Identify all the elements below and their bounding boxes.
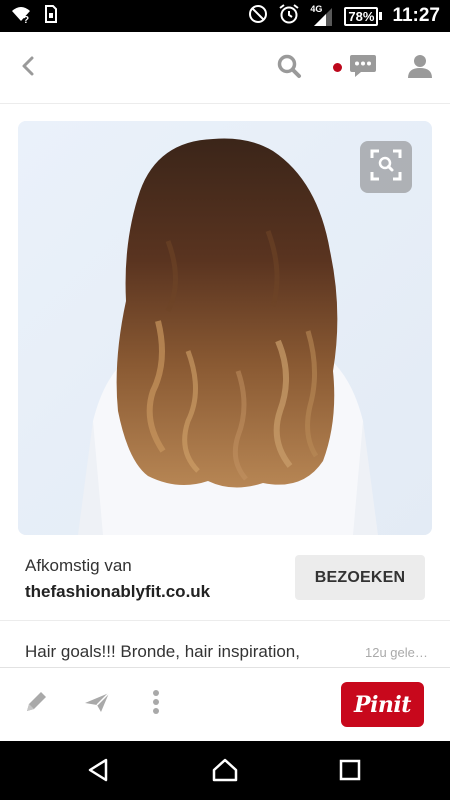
back-button[interactable]: [10, 50, 46, 86]
profile-icon: [407, 53, 433, 84]
divider: [0, 620, 450, 621]
nav-back-icon: [86, 757, 112, 788]
pin-it-button[interactable]: Pinit: [341, 682, 424, 727]
status-time: 11:27: [392, 5, 440, 26]
search-icon: [276, 53, 302, 84]
status-bar-left: ?: [10, 0, 58, 32]
messages-icon: [349, 53, 377, 84]
visual-search-button[interactable]: [360, 141, 412, 193]
search-button[interactable]: [271, 50, 307, 86]
more-options-button[interactable]: [138, 686, 174, 722]
system-nav-bar: [0, 741, 450, 800]
do-not-disturb-icon: [248, 4, 268, 29]
status-bar: ? 4G 78% 11:27: [0, 0, 450, 32]
battery-icon: 78%: [344, 6, 383, 26]
pin-description: Hair goals!!! Bronde, hair inspiration,: [25, 642, 300, 661]
status-bar-right: 4G 78% 11:27: [248, 0, 440, 32]
nav-recents-icon: [338, 758, 362, 787]
nav-home-button[interactable]: [205, 752, 245, 792]
pin-source: Afkomstig van thefashionablyfit.co.uk: [25, 556, 210, 602]
battery-tip: [379, 12, 383, 20]
app-header: [0, 32, 450, 104]
signal-icon: 4G: [310, 4, 334, 26]
pin-time-ago: 12u gele…: [365, 645, 428, 660]
nav-back-button[interactable]: [79, 752, 119, 792]
edit-pencil-icon: [23, 689, 49, 720]
notification-dot: [333, 63, 342, 72]
more-options-icon: [152, 689, 160, 720]
source-label: Afkomstig van: [25, 556, 132, 575]
alarm-icon: [278, 3, 300, 30]
battery-percent: 78%: [344, 6, 379, 26]
visual-search-icon: [370, 149, 402, 186]
svg-text:?: ?: [23, 15, 29, 24]
send-icon: [84, 690, 110, 719]
source-domain[interactable]: thefashionablyfit.co.uk: [25, 582, 210, 602]
visit-button[interactable]: BEZOEKEN: [295, 555, 425, 600]
nav-home-icon: [211, 757, 239, 788]
edit-button[interactable]: [18, 686, 54, 722]
wifi-unknown-icon: ?: [10, 4, 34, 29]
messages-button[interactable]: [345, 50, 381, 86]
send-button[interactable]: [79, 686, 115, 722]
back-icon: [18, 55, 38, 82]
nav-recents-button[interactable]: [330, 752, 370, 792]
sim-icon: [44, 4, 58, 29]
profile-button[interactable]: [402, 50, 438, 86]
